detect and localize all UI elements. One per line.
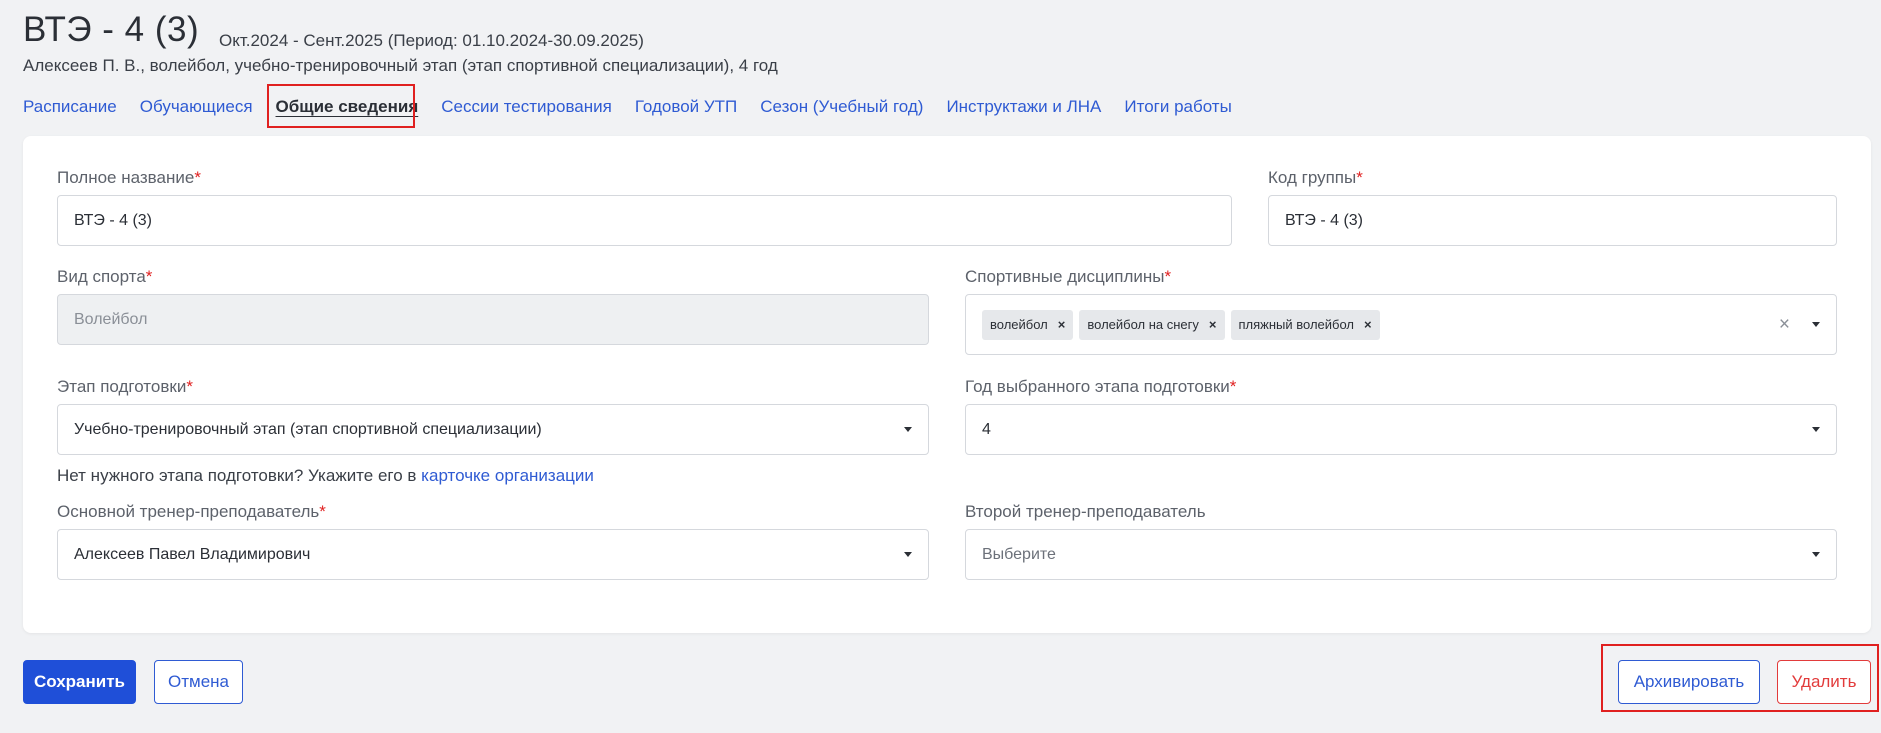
required-mark: * bbox=[145, 267, 153, 286]
tab-briefings[interactable]: Инструктажи и ЛНА bbox=[946, 97, 1101, 117]
required-mark: * bbox=[194, 168, 201, 187]
discipline-tag: волейбол × bbox=[982, 309, 1074, 340]
group-subtitle: Алексеев П. В., волейбол, учебно-трениро… bbox=[23, 56, 778, 75]
stage-year-value: 4 bbox=[982, 420, 991, 438]
active-tab-highlight bbox=[267, 84, 415, 128]
tab-results[interactable]: Итоги работы bbox=[1124, 97, 1231, 117]
main-coach-label: Основной тренер-преподаватель* bbox=[57, 502, 326, 521]
page-title: ВТЭ - 4 (3) bbox=[23, 10, 200, 49]
actions-highlight bbox=[1601, 644, 1879, 712]
chevron-down-icon bbox=[1812, 552, 1820, 557]
sport-field: Волейбол bbox=[57, 294, 929, 345]
required-mark: * bbox=[1229, 377, 1237, 396]
chevron-down-icon bbox=[904, 427, 912, 432]
chevron-down-icon bbox=[904, 552, 912, 557]
cancel-button[interactable]: Отмена bbox=[154, 660, 243, 704]
tab-testing-sessions[interactable]: Сессии тестирования bbox=[441, 97, 612, 117]
tab-bar: Расписание Обучающиеся Общие сведения Се… bbox=[23, 96, 1255, 118]
stage-year-label: Год выбранного этапа подготовки* bbox=[965, 377, 1237, 396]
discipline-tag: волейбол на снегу × bbox=[1079, 309, 1225, 340]
second-coach-select[interactable]: Выберите bbox=[965, 529, 1837, 580]
second-coach-placeholder: Выберите bbox=[982, 545, 1056, 563]
chevron-down-icon[interactable] bbox=[1812, 322, 1820, 327]
full-name-input[interactable] bbox=[74, 211, 1215, 230]
organization-card-link[interactable]: карточке организации bbox=[421, 466, 594, 485]
required-mark: * bbox=[186, 377, 193, 396]
tab-annual-plan[interactable]: Годовой УТП bbox=[635, 97, 737, 117]
sport-value: Волейбол bbox=[74, 310, 148, 328]
save-button[interactable]: Сохранить bbox=[23, 660, 136, 704]
disciplines-tags: волейбол × волейбол на снегу × пляжный вол… bbox=[982, 309, 1380, 340]
period-text: Окт.2024 - Сент.2025 (Период: 01.10.2024… bbox=[219, 31, 644, 50]
second-coach-label: Второй тренер-преподаватель bbox=[965, 502, 1206, 521]
stage-label: Этап подготовки* bbox=[57, 377, 193, 396]
required-mark: * bbox=[1356, 168, 1363, 187]
chevron-down-icon bbox=[1812, 427, 1820, 432]
tab-season[interactable]: Сезон (Учебный год) bbox=[760, 97, 923, 117]
group-code-input[interactable] bbox=[1285, 211, 1820, 230]
full-name-field[interactable] bbox=[57, 195, 1232, 246]
multiselect-controls: × bbox=[1779, 314, 1820, 336]
clear-icon[interactable]: × bbox=[1779, 314, 1790, 336]
required-mark: * bbox=[319, 502, 326, 521]
main-coach-select[interactable]: Алексеев Павел Владимирович bbox=[57, 529, 929, 580]
stage-year-select[interactable]: 4 bbox=[965, 404, 1837, 455]
main-coach-value: Алексеев Павел Владимирович bbox=[74, 545, 311, 563]
disciplines-multiselect[interactable]: волейбол × волейбол на снегу × пляжный вол… bbox=[965, 294, 1837, 355]
stage-hint: Нет нужного этапа подготовки? Укажите ег… bbox=[57, 466, 594, 485]
group-code-field[interactable] bbox=[1268, 195, 1837, 246]
stage-select[interactable]: Учебно-тренировочный этап (этап спортивн… bbox=[57, 404, 929, 455]
sport-label: Вид спорта* bbox=[57, 267, 153, 286]
tab-students[interactable]: Обучающиеся bbox=[140, 97, 253, 117]
group-code-label: Код группы* bbox=[1268, 168, 1363, 187]
discipline-tag: пляжный волейбол × bbox=[1230, 309, 1380, 340]
stage-value: Учебно-тренировочный этап (этап спортивн… bbox=[74, 420, 542, 438]
tag-remove-icon[interactable]: × bbox=[1364, 317, 1372, 332]
tag-remove-icon[interactable]: × bbox=[1209, 317, 1217, 332]
tag-remove-icon[interactable]: × bbox=[1058, 317, 1066, 332]
disciplines-label: Спортивные дисциплины* bbox=[965, 267, 1172, 286]
tab-schedule[interactable]: Расписание bbox=[23, 97, 117, 117]
full-name-label: Полное название* bbox=[57, 168, 201, 187]
required-mark: * bbox=[1164, 267, 1172, 286]
